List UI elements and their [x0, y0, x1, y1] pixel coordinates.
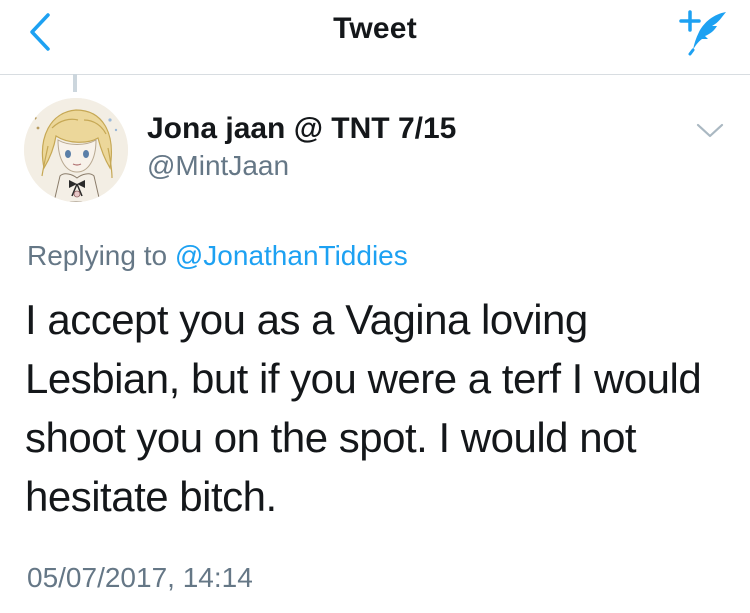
chevron-down-icon — [696, 123, 724, 138]
replying-to-mention[interactable]: @JonathanTiddies — [175, 240, 408, 271]
more-options-button[interactable] — [692, 116, 728, 146]
compose-tweet-button[interactable] — [672, 6, 732, 58]
author-handle[interactable]: @MintJaan — [147, 150, 289, 182]
thread-connector — [73, 74, 77, 92]
navigation-bar: Tweet — [0, 0, 750, 75]
tweet-text: I accept you as a Vagina loving Lesbian,… — [25, 296, 702, 520]
avatar-illustration — [24, 98, 128, 202]
author-name[interactable]: Jona jaan @ TNT 7/15 — [147, 112, 456, 146]
page-title: Tweet — [333, 12, 417, 45]
avatar[interactable] — [24, 98, 128, 202]
tweet-timestamp: 05/07/2017, 14:14 — [27, 562, 253, 593]
compose-tweet-icon — [679, 10, 726, 56]
tweet-detail-screen: Tweet Jona jaan @ TNT 7/15 @MintJaan Rep… — [0, 0, 750, 613]
replying-to-line: Replying to @JonathanTiddies — [27, 240, 408, 272]
replying-to-label: Replying to — [27, 240, 168, 271]
